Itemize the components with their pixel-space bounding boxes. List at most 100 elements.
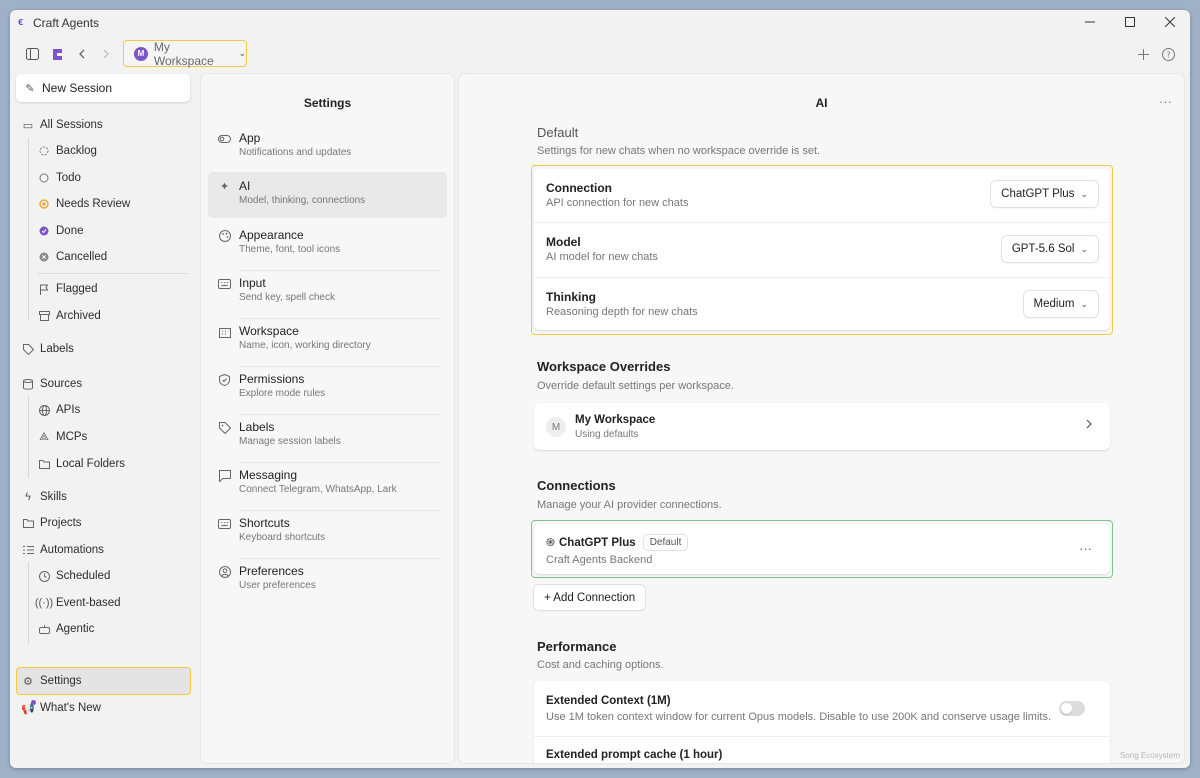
sidebar-item-skills[interactable]: ϟ Skills [22,487,67,507]
chevron-left-icon [79,49,85,59]
forward-button[interactable] [96,44,116,64]
settings-nav-label: AI [239,179,251,193]
add-button[interactable] [1133,44,1153,64]
back-button[interactable] [72,44,92,64]
thinking-desc: Reasoning depth for new chats [546,306,698,318]
sidebar-item-needs-review[interactable]: Needs Review [38,194,130,214]
settings-nav-label: App [239,131,261,145]
maximize-button[interactable] [1110,10,1150,34]
sidebar-item-event-based[interactable]: ((·)) Event-based [35,593,121,613]
sidebar-item-all-sessions[interactable]: ▭ All Sessions [22,115,103,135]
thinking-label: Thinking [546,290,596,304]
model-dropdown[interactable]: GPT-5.6 Sol ⌄ [1001,236,1098,262]
settings-nav-label: Input [239,276,266,290]
sidebar-item-label: Projects [40,517,82,529]
thinking-dropdown[interactable]: Medium ⌄ [1023,291,1098,317]
sidebar-item-settings[interactable]: ⚙ Settings [22,671,82,691]
close-window-button[interactable] [1150,10,1190,34]
sidebar-item-local-folders[interactable]: Local Folders [38,454,125,474]
settings-nav-appearance[interactable]: Appearance Theme, font, tool icons [208,221,447,267]
sidebar-item-apis[interactable]: APIs [38,400,80,420]
palette-icon [218,229,231,242]
robot-icon [38,623,50,635]
new-session-button[interactable]: ✎ New Session [16,74,190,102]
default-settings-card: Connection API connection for new chats … [534,169,1110,330]
openai-icon: ֍ [546,537,555,549]
section-desc-performance: Cost and caching options. [537,659,664,671]
sidebar-item-labels[interactable]: Labels [22,339,74,359]
settings-nav-desc: Name, icon, working directory [239,340,371,351]
workspace-switcher[interactable]: M My Workspace ⌄ [123,39,247,68]
settings-nav-shortcuts[interactable]: Shortcuts Keyboard shortcuts [208,509,447,555]
settings-nav-label: Appearance [239,228,304,242]
sidebar-item-sources[interactable]: Sources [22,374,82,394]
divider [534,222,1110,223]
settings-nav-desc: User preferences [239,580,316,591]
settings-nav-label: Preferences [239,564,304,578]
app-logo-icon: ϵ [18,16,24,28]
workspace-name: My Workspace [153,39,214,68]
sidebar-item-archived[interactable]: Archived [38,306,101,326]
sidebar-item-label: Archived [56,310,101,322]
sidebar-item-done[interactable]: Done [38,221,84,241]
sidebar-item-label: Event-based [56,597,121,609]
connection-value: ChatGPT Plus [1001,188,1075,200]
section-title-performance: Performance [537,639,617,654]
lightning-icon: ϟ [25,491,31,503]
connection-dropdown[interactable]: ChatGPT Plus ⌄ [991,181,1098,207]
watermark: Song Ecosystem [1119,751,1180,760]
ai-settings-panel: AI ··· Default Settings for new chats wh… [459,74,1184,763]
settings-nav-preferences[interactable]: Preferences User preferences [208,557,447,603]
more-options-icon[interactable]: ··· [1159,94,1172,109]
sidebar-item-cancelled[interactable]: Cancelled [38,247,107,267]
settings-nav-desc: Keyboard shortcuts [239,532,326,543]
sidebar-icon [25,48,39,60]
connection-more-icon[interactable]: ··· [1079,541,1092,556]
sidebar-item-todo[interactable]: Todo [38,168,81,188]
section-title-default: Default [537,125,579,140]
panel-title: Settings [303,96,352,110]
sidebar-item-projects[interactable]: Projects [22,513,82,533]
connection-card[interactable]: ֍ ChatGPT Plus Default Craft Agents Back… [534,524,1110,574]
sidebar-item-label: All Sessions [40,119,103,131]
mcp-icon: ⟁ [39,430,49,443]
help-button[interactable]: ? [1158,44,1178,64]
settings-nav-permissions[interactable]: Permissions Explore mode rules [208,365,447,411]
settings-nav-labels[interactable]: Labels Manage session labels [208,413,447,459]
title-bar: ϵ Craft Agents [10,10,1190,34]
sidebar-item-whats-new[interactable]: 📢 What's New [21,698,101,718]
settings-nav-label: Labels [239,420,275,434]
workspace-override-row[interactable]: M My Workspace Using defaults [534,403,1110,450]
connection-label: Connection [546,181,612,195]
sidebar-item-scheduled[interactable]: Scheduled [38,566,110,586]
settings-nav-ai[interactable]: ✦ AI Model, thinking, connections [208,172,447,218]
add-connection-button[interactable]: + Add Connection [534,585,646,610]
folder-icon [38,458,50,470]
sidebar-item-automations[interactable]: Automations [22,540,104,560]
extended-context-toggle[interactable] [1059,701,1085,716]
sidebar-item-flagged[interactable]: Flagged [38,279,98,299]
toolbar: M My Workspace ⌄ ? [10,38,1190,70]
sidebar-item-label: Skills [40,491,67,503]
workspace-avatar: M [134,46,148,61]
sidebar-item-mcps[interactable]: ⟁ MCPs [38,427,87,447]
thinking-value: Medium [1033,298,1075,310]
sidebar-item-backlog[interactable]: Backlog [38,141,97,161]
settings-nav-input[interactable]: Input Send key, spell check [208,269,447,315]
chevron-down-icon: ⌄ [1080,298,1088,309]
toggle-icon [218,132,231,145]
toggle-sidebar-button[interactable] [22,44,42,64]
close-icon [1165,17,1175,27]
settings-nav-app[interactable]: App Notifications and updates [208,124,447,170]
settings-nav-desc: Theme, font, tool icons [239,244,341,255]
section-desc-overrides: Override default settings per workspace. [537,380,734,392]
settings-nav-workspace[interactable]: Workspace Name, icon, working directory [208,317,447,363]
sidebar-item-label: Local Folders [56,458,126,470]
settings-nav-messaging[interactable]: Messaging Connect Telegram, WhatsApp, La… [208,461,447,507]
new-session-label: New Session [42,81,113,95]
sidebar-item-label: Sources [40,378,83,390]
minimize-button[interactable] [1070,10,1110,34]
sidebar-item-agentic[interactable]: Agentic [38,619,94,639]
section-desc-default: Settings for new chats when no workspace… [537,145,821,157]
craft-logo-icon[interactable] [46,44,66,64]
